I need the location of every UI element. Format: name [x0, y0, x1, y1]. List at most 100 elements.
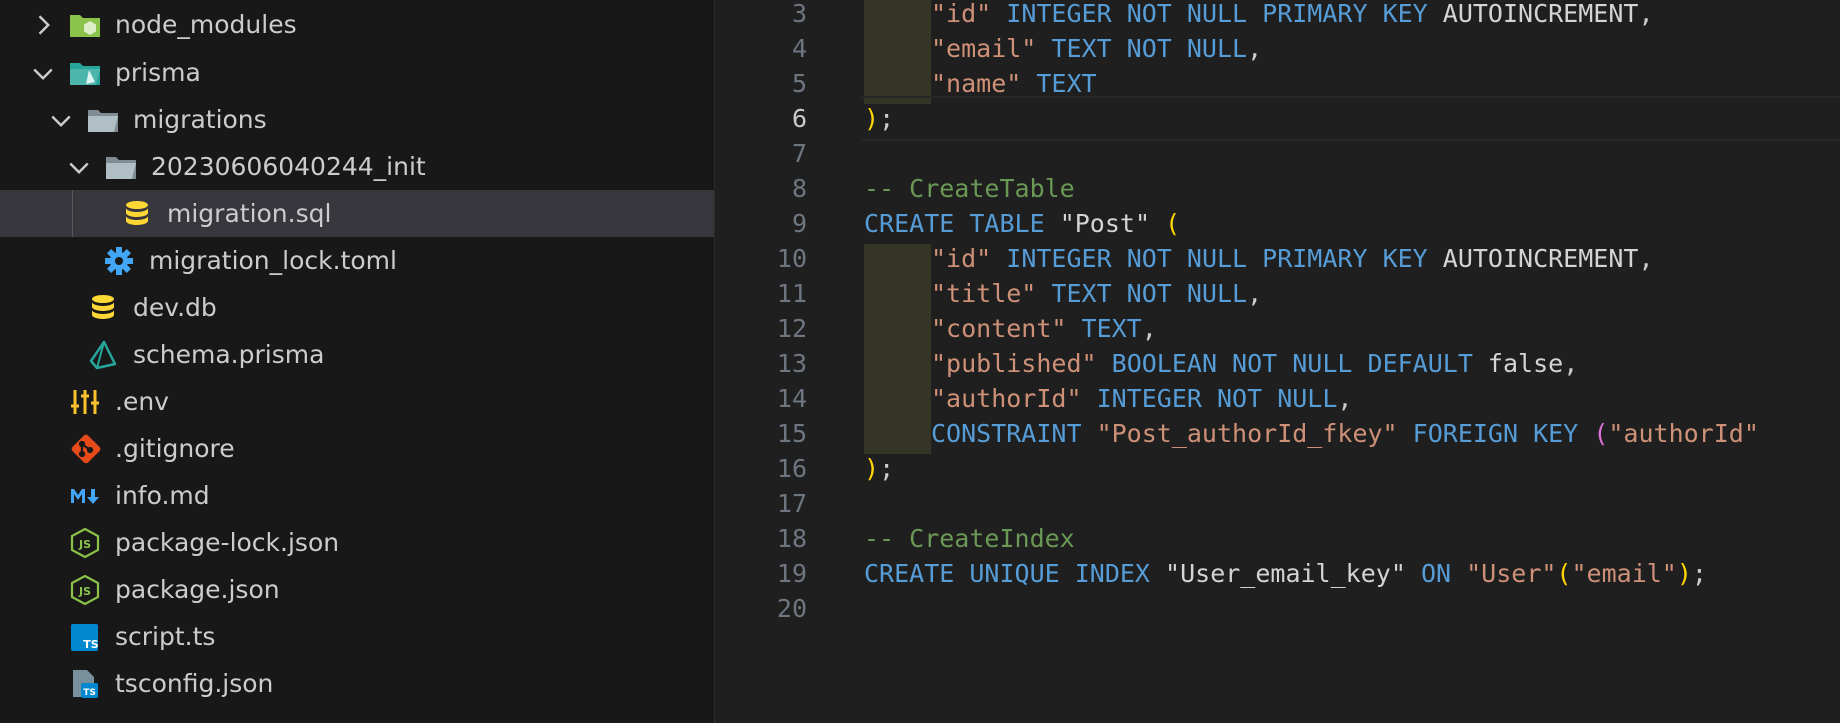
code-token: "content" — [931, 314, 1067, 343]
indent-guide — [72, 190, 73, 237]
code-token: "published" — [931, 349, 1097, 378]
tree-item-gitignore[interactable]: .gitignore — [0, 425, 714, 472]
tree-item-package-json[interactable]: JS package.json — [0, 566, 714, 613]
nodejs-icon: JS — [70, 575, 100, 605]
code-token: ; — [879, 104, 895, 133]
chevron-down-icon[interactable] — [29, 59, 57, 87]
tree-item-script-ts[interactable]: TS script.ts — [0, 613, 714, 660]
code-token: TEXT NOT NULL — [1051, 34, 1248, 63]
folder-open-icon — [88, 110, 118, 132]
tree-item-migration-lock[interactable]: migration_lock.toml — [0, 237, 714, 284]
gear-icon — [105, 247, 133, 275]
tree-item-migrations[interactable]: migrations — [0, 96, 714, 143]
code-editor[interactable]: 3 "id" INTEGER NOT NULL PRIMARY KEY AUTOI… — [715, 0, 1840, 723]
code-token: TEXT — [1081, 314, 1142, 343]
tree-item-label: info.md — [115, 481, 210, 510]
code-token: BOOLEAN NOT NULL DEFAULT — [1111, 349, 1473, 378]
code-token: ; — [1691, 559, 1707, 588]
tree-item-package-lock[interactable]: JS package-lock.json — [0, 519, 714, 566]
code-token: FOREIGN KEY — [1412, 419, 1579, 448]
code-token: "email" — [931, 34, 1037, 63]
chevron-right-icon[interactable] — [29, 11, 57, 39]
tsconfig-icon: TS — [73, 670, 98, 698]
code-token: , — [1247, 34, 1263, 63]
tree-item-label: schema.prisma — [133, 340, 325, 369]
explorer-panel: node_modules prisma migrations 202306060… — [0, 0, 714, 723]
svg-text:JS: JS — [78, 538, 91, 551]
code-line[interactable]: 20 — [715, 588, 1840, 629]
code-token: "authorId" — [1608, 419, 1759, 448]
code-token: INTEGER NOT NULL PRIMARY KEY — [1006, 244, 1428, 273]
tree-item-env[interactable]: .env — [0, 378, 714, 425]
tree-item-tsconfig[interactable]: TS tsconfig.json — [0, 660, 714, 707]
tree-item-label: .gitignore — [115, 434, 235, 463]
code-token: false — [1472, 349, 1564, 378]
code-token: CREATE TABLE — [864, 209, 1045, 238]
chevron-down-icon[interactable] — [65, 153, 93, 181]
code-token: INTEGER NOT NULL — [1096, 384, 1338, 413]
code-token: TEXT — [1036, 69, 1097, 98]
tree-item-label: .env — [115, 387, 169, 416]
chevron-down-icon[interactable] — [47, 106, 75, 134]
database-icon — [92, 295, 114, 319]
tree-item-label: migration.sql — [167, 199, 332, 228]
tree-item-label: package-lock.json — [115, 528, 340, 557]
tree-item-migration-sql[interactable]: migration.sql — [0, 190, 714, 237]
prisma-folder-icon — [70, 63, 100, 85]
tree-item-label: tsconfig.json — [115, 669, 274, 698]
line-number: 20 — [776, 594, 807, 623]
tree-item-node-modules[interactable]: node_modules — [0, 1, 714, 48]
code-token: , — [1638, 244, 1654, 273]
code-token: ) — [1676, 559, 1692, 588]
code-token: "email" — [1571, 559, 1677, 588]
code-token: CREATE UNIQUE INDEX — [864, 559, 1150, 588]
typescript-icon: TS — [71, 624, 99, 651]
prisma-icon — [89, 340, 117, 370]
code-token: "id" — [931, 0, 992, 28]
code-token: ; — [879, 454, 895, 483]
code-token: ( — [1556, 559, 1572, 588]
code-token: , — [1247, 279, 1263, 308]
code-token: -- CreateTable — [864, 174, 1075, 203]
tree-item-label: 20230606040244_init — [151, 152, 426, 181]
tree-item-prisma[interactable]: prisma — [0, 49, 714, 96]
tree-item-schema-prisma[interactable]: schema.prisma — [0, 331, 714, 378]
tree-item-label: migration_lock.toml — [149, 246, 397, 275]
tree-item-dev-db[interactable]: dev.db — [0, 284, 714, 331]
git-icon — [71, 434, 101, 464]
code-token: "User_email_key" — [1165, 559, 1406, 588]
code-token: "Post" — [1059, 209, 1150, 238]
code-token: AUTOINCREMENT — [1427, 0, 1639, 28]
svg-text:TS: TS — [83, 688, 96, 698]
code-token: INTEGER NOT NULL PRIMARY KEY — [1006, 0, 1428, 28]
code-token: "title" — [931, 279, 1037, 308]
code-token: , — [1337, 384, 1353, 413]
code-token: CONSTRAINT — [931, 419, 1082, 448]
node-folder-icon — [70, 15, 100, 37]
tree-item-init-folder[interactable]: 20230606040244_init — [0, 143, 714, 190]
code-token: , — [1638, 0, 1654, 28]
tree-item-label: prisma — [115, 58, 201, 87]
code-token: ( — [1165, 209, 1181, 238]
tree-item-info-md[interactable]: info.md — [0, 472, 714, 519]
tree-item-label: node_modules — [115, 10, 297, 39]
code-token: , — [1141, 314, 1157, 343]
svg-text:TS: TS — [83, 638, 99, 651]
tree-item-label: migrations — [133, 105, 267, 134]
code-token: "User" — [1466, 559, 1557, 588]
code-token: "name" — [931, 69, 1022, 98]
code-token: ON — [1420, 559, 1452, 588]
settings-sliders-icon — [71, 390, 99, 414]
